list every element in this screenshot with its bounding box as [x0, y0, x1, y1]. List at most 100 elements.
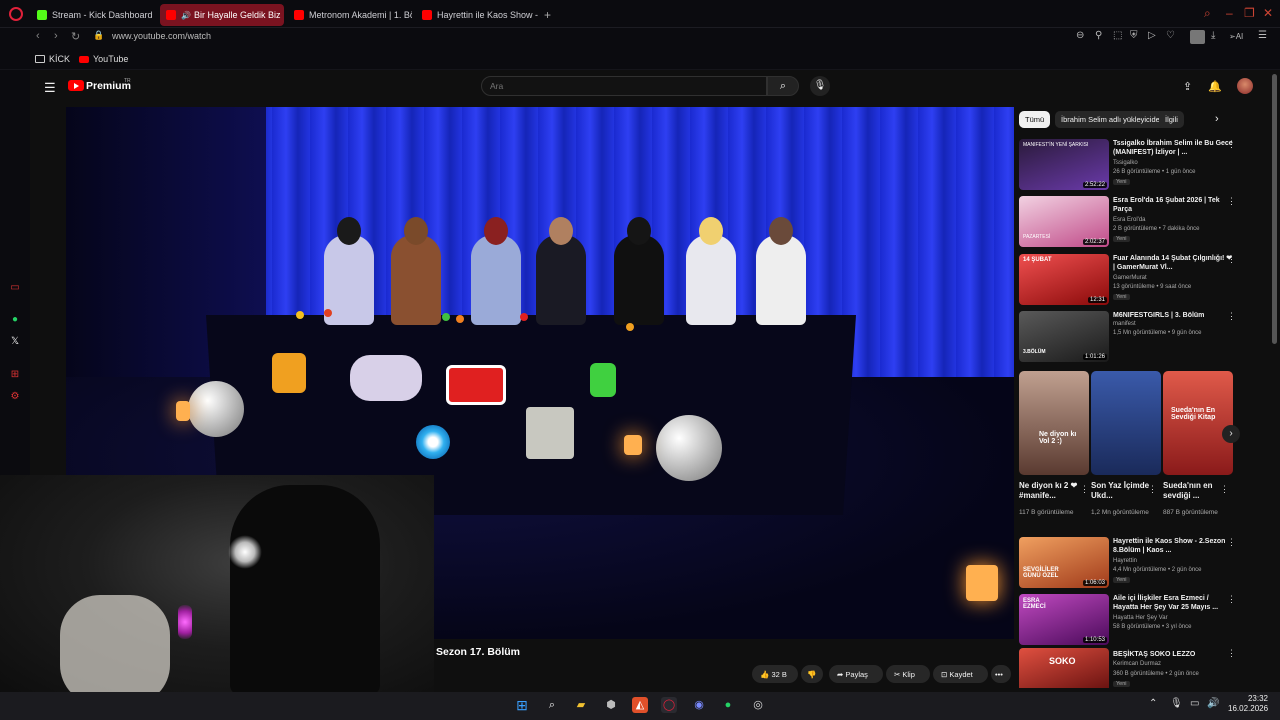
- video-thumbnail[interactable]: ESRA EZMECİ 1:10:53: [1019, 594, 1109, 645]
- video-thumbnail[interactable]: SOKO: [1019, 648, 1109, 688]
- voice-search-button[interactable]: 🎙: [810, 76, 830, 96]
- short-thumbnail[interactable]: Ne diyon kı Vol 2 :): [1019, 371, 1089, 475]
- file-explorer-icon[interactable]: ▰: [573, 697, 589, 713]
- system-clock[interactable]: 23:32 16.02.2026: [1228, 694, 1268, 714]
- recommendation-item[interactable]: SEVGİLİLER GÜNÜ ÖZEL 1:06:03 Hayrettin i…: [1019, 537, 1239, 589]
- like-button[interactable]: 👍 32 B: [752, 665, 798, 683]
- tab-kick-dashboard[interactable]: Stream - Kick Dashboard: [31, 4, 157, 26]
- tab-active-video[interactable]: 🔊 Bir Hayalle Geldik Biz: [160, 4, 284, 26]
- more-vert-icon[interactable]: ⋮: [1227, 648, 1236, 659]
- maximize-icon[interactable]: ❐: [1244, 6, 1255, 20]
- recommendation-item[interactable]: 3.BÖLÜM 1:01:26 M6NIFESTGIRLS | 3. Bölüm…: [1019, 311, 1239, 363]
- recommendation-item[interactable]: PAZARTESİ 2:02:37 Esra Erol'da 16 Şubat …: [1019, 196, 1239, 248]
- heart-icon[interactable]: ♡: [1166, 30, 1175, 41]
- more-vert-icon[interactable]: ⋮: [1220, 484, 1229, 495]
- recommendation-item[interactable]: MANIFEST'İN YENİ ŞARKISI 2:52:22 Tssigal…: [1019, 139, 1239, 191]
- chip-related[interactable]: İlgili: [1159, 111, 1184, 128]
- download-icon[interactable]: ⤓: [1211, 30, 1215, 41]
- zoom-icon[interactable]: ⊖: [1076, 30, 1084, 41]
- snapshot-icon[interactable]: ⬚: [1113, 30, 1122, 41]
- opera-browser-icon[interactable]: ◯: [661, 697, 677, 713]
- chevron-up-icon[interactable]: ⌃: [1149, 698, 1157, 709]
- chevron-right-icon[interactable]: ›: [1215, 113, 1219, 125]
- short-title[interactable]: Son Yaz İçimde Ukd...: [1091, 481, 1151, 501]
- channel-name[interactable]: GamerMurat: [1113, 275, 1147, 281]
- youtube-logo-icon[interactable]: [68, 80, 84, 91]
- pin-icon[interactable]: ⚲: [1095, 30, 1102, 41]
- more-vert-icon[interactable]: ⋮: [1080, 484, 1089, 495]
- app-icon[interactable]: ◭: [632, 697, 648, 713]
- back-icon[interactable]: ‹: [36, 30, 40, 42]
- recommendation-item[interactable]: 14 ŞUBAT 12:31 Fuar Alanında 14 Şubat Çı…: [1019, 254, 1239, 306]
- recommendation-item[interactable]: SOKO BEŞİKTAŞ SOKO LEZZO Kerimcan Durmaz…: [1019, 648, 1239, 688]
- more-vert-icon[interactable]: ⋮: [1227, 311, 1236, 322]
- video-thumbnail[interactable]: 14 ŞUBAT 12:31: [1019, 254, 1109, 305]
- recommendation-item[interactable]: ESRA EZMECİ 1:10:53 Aile içi İlişkiler E…: [1019, 594, 1239, 646]
- short-thumbnail[interactable]: Sueda'nın En Sevdiği Kitap: [1163, 371, 1233, 475]
- video-title[interactable]: Esra Erol'da 16 Şubat 2026 | Tek Parça: [1113, 196, 1235, 214]
- channel-name[interactable]: Esra Erol'da: [1113, 217, 1146, 223]
- save-button[interactable]: ⊡ Kaydet: [933, 665, 988, 683]
- discord-icon[interactable]: ◉: [691, 697, 707, 713]
- tab-kaos-show[interactable]: Hayrettin ile Kaos Show - 2: [416, 4, 540, 26]
- aria-ai-button[interactable]: ➢AI: [1229, 32, 1243, 41]
- video-title[interactable]: Aile içi İlişkiler Esra Ezmeci / Hayatta…: [1113, 594, 1235, 612]
- menu-icon[interactable]: ☰: [44, 80, 56, 96]
- dislike-button[interactable]: 👎: [801, 665, 823, 683]
- video-thumbnail[interactable]: MANIFEST'İN YENİ ŞARKISI 2:52:22: [1019, 139, 1109, 190]
- clip-button[interactable]: ✂ Klip: [886, 665, 930, 683]
- short-thumbnail[interactable]: [1091, 371, 1161, 475]
- video-thumbnail[interactable]: PAZARTESİ 2:02:37: [1019, 196, 1109, 247]
- channel-name[interactable]: Tssigalko: [1113, 160, 1138, 166]
- more-vert-icon[interactable]: ⋮: [1227, 139, 1236, 150]
- minimize-icon[interactable]: –: [1226, 6, 1233, 20]
- search-tabs-icon[interactable]: ⌕: [1204, 6, 1211, 21]
- bookmark-kick[interactable]: KİCK: [35, 54, 70, 64]
- short-title[interactable]: Sueda'nın en sevdiği ...: [1163, 481, 1223, 501]
- url-field[interactable]: www.youtube.com/watch: [112, 31, 211, 41]
- settings-icon[interactable]: ⚙: [9, 391, 21, 403]
- gaming-icon[interactable]: ▭: [9, 282, 21, 294]
- share-button[interactable]: ➦ Paylaş: [829, 665, 883, 683]
- channel-name[interactable]: Kerimcan Durmaz: [1113, 661, 1161, 667]
- channel-name[interactable]: manifest: [1113, 321, 1136, 327]
- apps-icon[interactable]: ⊞: [9, 369, 21, 381]
- more-vert-icon[interactable]: ⋮: [1227, 594, 1236, 605]
- upload-icon[interactable]: ⇪: [1183, 80, 1192, 93]
- x-twitter-icon[interactable]: 𝕏: [9, 336, 21, 348]
- more-vert-icon[interactable]: ⋮: [1227, 254, 1236, 265]
- play-icon[interactable]: ▷: [1148, 30, 1156, 41]
- app-icon[interactable]: ⬢: [603, 697, 619, 713]
- more-actions-button[interactable]: •••: [991, 665, 1011, 683]
- forward-icon[interactable]: ›: [54, 30, 58, 42]
- account-avatar[interactable]: [1237, 78, 1253, 94]
- obs-icon[interactable]: ◎: [750, 697, 766, 713]
- whatsapp-icon[interactable]: ●: [720, 697, 736, 713]
- video-title[interactable]: BEŞİKTAŞ SOKO LEZZO: [1113, 650, 1235, 659]
- video-thumbnail[interactable]: SEVGİLİLER GÜNÜ ÖZEL 1:06:03: [1019, 537, 1109, 588]
- bookmark-youtube[interactable]: YouTube: [79, 54, 128, 64]
- more-vert-icon[interactable]: ⋮: [1227, 196, 1236, 207]
- short-title[interactable]: Ne diyon kı 2 ❤#manife...: [1019, 481, 1079, 501]
- chip-from-uploader[interactable]: İbrahim Selim adlı yükleyiciden: [1055, 111, 1170, 128]
- whatsapp-icon[interactable]: ●: [9, 314, 21, 326]
- shorts-next-button[interactable]: ›: [1222, 425, 1240, 443]
- opera-menu-icon[interactable]: [9, 7, 23, 21]
- chip-all[interactable]: Tümü: [1019, 111, 1051, 128]
- windows-start-icon[interactable]: ⊞: [514, 697, 530, 713]
- easy-setup-icon[interactable]: ☰: [1258, 30, 1267, 41]
- tab-metronom[interactable]: Metronom Akademi | 1. Bö: [288, 4, 412, 26]
- profile-avatar[interactable]: [1190, 30, 1205, 44]
- video-title[interactable]: M6NIFESTGIRLS | 3. Bölüm: [1113, 311, 1235, 320]
- shield-icon[interactable]: ⛨: [1130, 30, 1138, 41]
- reload-icon[interactable]: ↻: [71, 30, 80, 43]
- channel-name[interactable]: Hayatta Her Şey Var: [1113, 615, 1168, 621]
- video-title[interactable]: Fuar Alanında 14 Şubat Çılgınlığı! ❤ | G…: [1113, 254, 1235, 272]
- volume-icon[interactable]: 🔊: [1207, 698, 1219, 709]
- more-vert-icon[interactable]: ⋮: [1227, 537, 1236, 548]
- close-window-icon[interactable]: ✕: [1263, 6, 1273, 20]
- video-thumbnail[interactable]: 3.BÖLÜM 1:01:26: [1019, 311, 1109, 362]
- video-title[interactable]: Tssigalko İbrahim Selim ile Bu Gece (MAN…: [1113, 139, 1235, 157]
- notifications-bell-icon[interactable]: 🔔: [1208, 80, 1222, 93]
- search-button[interactable]: ⌕: [767, 76, 799, 96]
